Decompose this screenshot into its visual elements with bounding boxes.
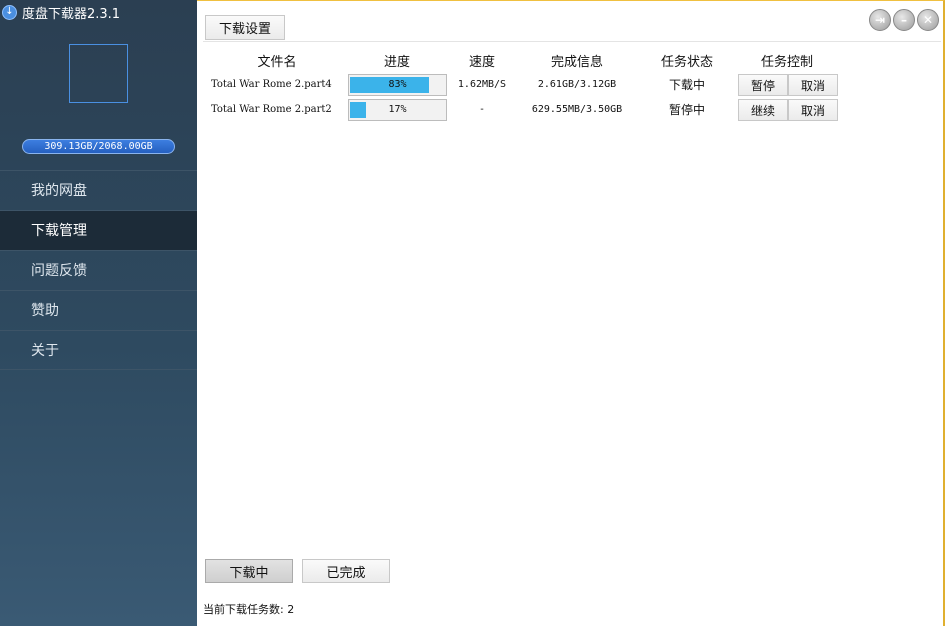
header-info: 完成信息 <box>550 55 603 70</box>
table-header: 文件名 进度 速度 完成信息 任务状态 任务控制 <box>197 51 945 70</box>
main-panel: 下载设置 ⇥ – ✕ 文件名 进度 速度 完成信息 任务状态 任务控制 Tota… <box>197 0 945 626</box>
progress-bar: 83% <box>348 74 447 96</box>
table-row: Total War Rome 2.part2 17% - 629.55MB/3.… <box>197 98 945 122</box>
row-info: 2.61GB/3.12GB <box>537 79 617 90</box>
pause-button[interactable]: 暂停 <box>738 74 788 96</box>
sidebar-item-feedback[interactable]: 问题反馈 <box>0 250 197 290</box>
progress-label: 17% <box>388 104 407 115</box>
storage-quota-badge: 309.13GB/2068.00GB <box>22 139 175 154</box>
tab-completed[interactable]: 已完成 <box>302 559 390 583</box>
app-title-bar: ↓ 度盘下载器2.3.1 <box>2 3 121 22</box>
header-control: 任务控制 <box>760 55 813 70</box>
sidebar-item-sponsor[interactable]: 赞助 <box>0 290 197 330</box>
table-row: Total War Rome 2.part4 83% 1.62MB/S 2.61… <box>197 73 945 97</box>
close-icon[interactable]: ✕ <box>917 9 939 31</box>
sidebar-item-my-disk[interactable]: 我的网盘 <box>0 170 197 210</box>
avatar[interactable] <box>69 44 128 103</box>
sidebar-nav: 我的网盘 下载管理 问题反馈 赞助 关于 <box>0 170 197 370</box>
progress-bar: 17% <box>348 99 447 121</box>
header-status: 任务状态 <box>660 55 713 70</box>
header-divider <box>203 41 941 42</box>
download-arrow-icon: ↓ <box>2 4 17 20</box>
minimize-icon[interactable]: – <box>893 9 915 31</box>
row-speed: 1.62MB/S <box>457 79 507 90</box>
header-progress: 进度 <box>383 55 410 70</box>
progress-label: 83% <box>388 79 407 90</box>
row-info: 629.55MB/3.50GB <box>531 104 623 115</box>
cancel-button[interactable]: 取消 <box>788 74 838 96</box>
row-status: 暂停中 <box>668 103 705 117</box>
sidebar: ↓ 度盘下载器2.3.1 309.13GB/2068.00GB 我的网盘 下载管… <box>0 0 197 626</box>
download-settings-button[interactable]: 下载设置 <box>205 15 285 40</box>
row-filename: Total War Rome 2.part2 <box>211 104 332 115</box>
cancel-button[interactable]: 取消 <box>788 99 838 121</box>
row-speed: - <box>478 104 486 115</box>
row-filename: Total War Rome 2.part4 <box>211 79 332 90</box>
exit-icon[interactable]: ⇥ <box>869 9 891 31</box>
app-title: 度盘下载器2.3.1 <box>22 6 121 22</box>
sidebar-item-download-manager[interactable]: 下载管理 <box>0 210 197 250</box>
resume-button[interactable]: 继续 <box>738 99 788 121</box>
row-status: 下载中 <box>668 78 705 92</box>
header-speed: 速度 <box>468 55 495 70</box>
header-filename: 文件名 <box>257 55 297 70</box>
tab-downloading[interactable]: 下载中 <box>205 559 293 583</box>
task-count-status: 当前下载任务数: 2 <box>203 603 295 616</box>
sidebar-item-about[interactable]: 关于 <box>0 330 197 370</box>
window-controls: ⇥ – ✕ <box>869 9 939 31</box>
